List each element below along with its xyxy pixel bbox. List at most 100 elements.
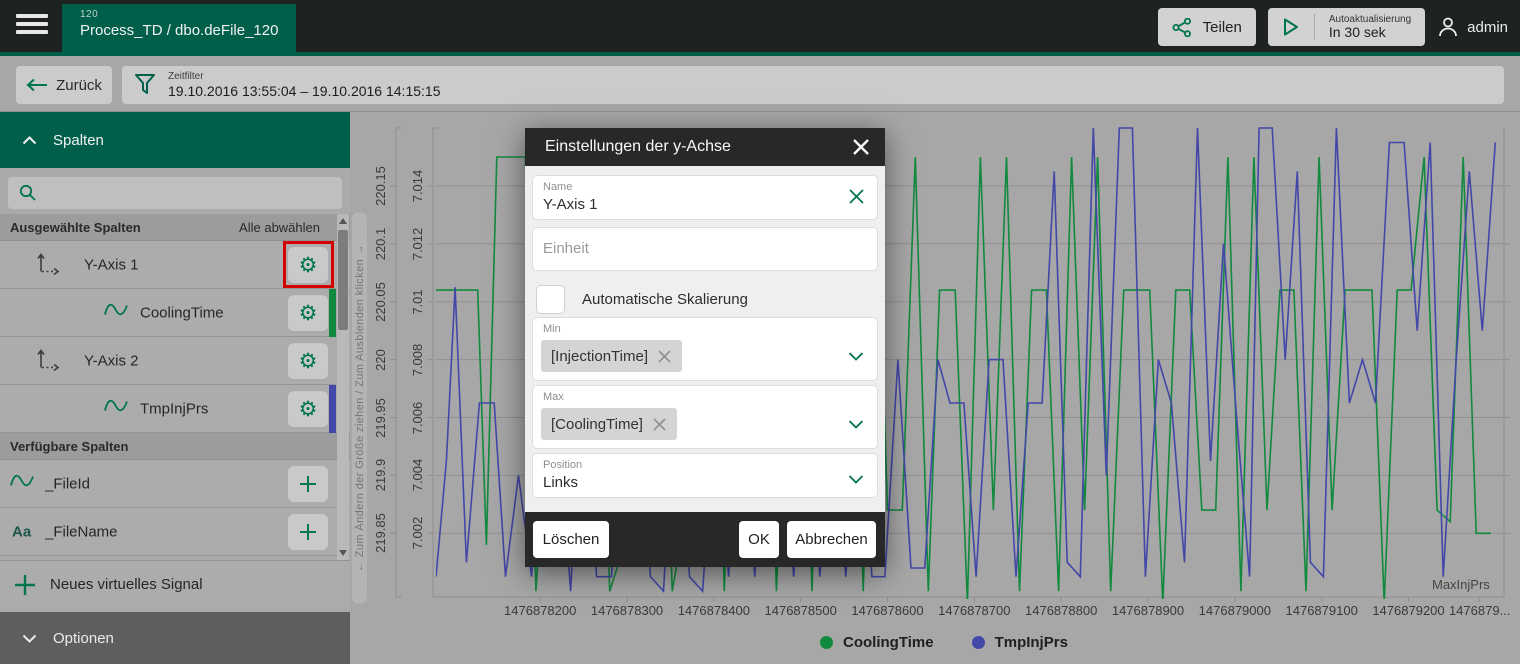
y-axis-1-settings-button[interactable]: ⚙	[288, 247, 328, 283]
unit-field[interactable]: Einheit	[533, 228, 877, 270]
coolingtime-settings-button[interactable]: ⚙	[288, 295, 328, 331]
dialog-footer: Löschen OK Abbrechen	[525, 512, 885, 567]
name-field-label: Name	[543, 181, 572, 193]
sidebar-scrollbar[interactable]	[337, 214, 349, 560]
item-label: Y-Axis 2	[84, 352, 138, 369]
arrow-left-icon	[26, 78, 48, 92]
chevron-down-icon	[22, 634, 37, 643]
position-select[interactable]: Position Links	[533, 454, 877, 497]
sidebar-item-tmpinjprs[interactable]: TmpInjPrs ⚙	[0, 385, 350, 433]
sidebar-item-filename[interactable]: Aa _FileName	[0, 508, 350, 556]
y-axis-1-tick-label: 219.9	[373, 445, 389, 505]
options-section-header[interactable]: Optionen	[0, 612, 350, 664]
autorefresh-text: Autoaktualisierung In 30 sek	[1329, 14, 1411, 40]
x-axis-tick-label: 1476878300	[572, 603, 682, 619]
sidebar-item-fileid[interactable]: _FileId	[0, 460, 350, 508]
available-columns-label: Verfügbare Spalten	[10, 439, 128, 454]
autoscale-checkbox[interactable]	[537, 286, 564, 313]
min-dropdown-chevron-icon[interactable]	[848, 348, 864, 366]
close-icon[interactable]	[851, 137, 871, 157]
dialog-body: Name Einheit Automatische Skalierung Min	[525, 166, 885, 512]
y-axis-2-tick-label: 7.004	[410, 445, 426, 505]
coolingtime-color-strip	[329, 289, 336, 337]
legend-label-tmpinjprs: TmpInjPrs	[995, 634, 1068, 651]
selected-columns-label: Ausgewählte Spalten	[10, 220, 141, 235]
y-axis-2-tick-label: 7.014	[410, 156, 426, 216]
position-dropdown-chevron-icon[interactable]	[848, 471, 864, 489]
new-virtual-signal-button[interactable]: Neues virtuelles Signal	[0, 560, 350, 608]
x-axis-tick-label: 1476878800	[1006, 603, 1116, 619]
legend-dot-tmpinjprs	[972, 636, 985, 649]
deselect-all-link[interactable]: Alle abwählen	[239, 220, 320, 235]
sidebar-item-coolingtime[interactable]: CoolingTime ⚙	[0, 289, 350, 337]
cancel-button[interactable]: Abbrechen	[787, 521, 876, 558]
share-button[interactable]: Teilen	[1158, 8, 1256, 46]
legend-item-coolingtime[interactable]: CoolingTime	[820, 634, 934, 651]
x-axis-tick-label: 1476878600	[833, 603, 943, 619]
add-fileid-button[interactable]	[288, 466, 328, 502]
name-input[interactable]	[543, 196, 793, 213]
remove-max-chip-icon[interactable]	[652, 417, 667, 432]
y-axis-2-settings-button[interactable]: ⚙	[288, 343, 328, 379]
y-axis-1-tick-label: 220.05	[373, 272, 389, 332]
delete-button[interactable]: Löschen	[533, 521, 609, 558]
scroll-down-arrow[interactable]	[337, 546, 349, 560]
tmpinjprs-settings-button[interactable]: ⚙	[288, 391, 328, 427]
user-menu[interactable]: admin	[1437, 16, 1508, 38]
x-axis-tick-label: 1476879200	[1353, 603, 1463, 619]
sidebar-header-spalten[interactable]: Spalten	[0, 112, 350, 168]
name-field[interactable]: Name	[533, 176, 877, 219]
active-dataset-tab[interactable]: 120 Process_TD / dbo.deFile_120	[62, 4, 296, 52]
item-label: TmpInjPrs	[140, 400, 208, 417]
x-axis-tick-label: 1476878400	[659, 603, 769, 619]
new-virtual-signal-label: Neues virtuelles Signal	[50, 576, 203, 593]
back-button[interactable]: Zurück	[16, 66, 112, 104]
gear-icon: ⚙	[299, 255, 318, 276]
top-bar: 120 Process_TD / dbo.deFile_120 Teilen	[0, 0, 1520, 52]
x-axis-tick-label: 1476879...	[1425, 603, 1520, 619]
scrollbar-thumb[interactable]	[338, 230, 348, 330]
add-filename-button[interactable]	[288, 514, 328, 550]
plus-icon	[14, 574, 36, 596]
item-label: _FileId	[45, 475, 90, 492]
play-icon	[1282, 17, 1300, 37]
remove-min-chip-icon[interactable]	[657, 349, 672, 364]
signal-wave-icon	[104, 396, 128, 421]
tab-number: 120	[80, 9, 296, 20]
y-axis-2-tick-label: 7.012	[410, 214, 426, 274]
plus-icon	[299, 475, 317, 493]
timefilter-button[interactable]: Zeitfilter 19.10.2016 13:55:04 – 19.10.2…	[122, 66, 1504, 104]
available-columns-header: Verfügbare Spalten	[0, 433, 350, 460]
chevron-up-icon	[22, 136, 37, 145]
scroll-up-arrow[interactable]	[337, 214, 349, 228]
x-axis-tick-label: 1476879100	[1267, 603, 1377, 619]
y-axis-2-tick-label: 7.008	[410, 330, 426, 390]
sidebar-item-y-axis-2[interactable]: Y-Axis 2 ⚙	[0, 337, 350, 385]
secondary-toolbar: Zurück Zeitfilter 19.10.2016 13:55:04 – …	[0, 56, 1520, 112]
y-axis-2-tick-label: 7.006	[410, 388, 426, 448]
gear-icon: ⚙	[299, 303, 318, 324]
search-input[interactable]	[38, 184, 342, 202]
min-value-chip[interactable]: [InjectionTime]	[541, 340, 682, 372]
hamburger-menu-icon[interactable]	[16, 14, 48, 38]
tmpinjprs-color-strip	[329, 385, 336, 433]
timefilter-text: Zeitfilter 19.10.2016 13:55:04 – 19.10.2…	[168, 71, 440, 99]
x-axis-tick-label: 1476878700	[919, 603, 1029, 619]
sidebar-item-y-axis-1[interactable]: Y-Axis 1 ⚙	[0, 241, 350, 289]
username: admin	[1467, 19, 1508, 36]
max-value-chip[interactable]: [CoolingTime]	[541, 408, 677, 440]
gear-icon: ⚙	[299, 351, 318, 372]
max-field[interactable]: Max [CoolingTime]	[533, 386, 877, 448]
ok-button[interactable]: OK	[739, 521, 779, 558]
text-type-icon: Aa	[12, 523, 31, 540]
y-axis-1-tick-label: 220.1	[373, 214, 389, 274]
clear-name-icon[interactable]	[848, 188, 865, 210]
sidebar-resize-handle[interactable]: ← Zum Ändern der Größe ziehen / Zum Ausb…	[352, 212, 367, 604]
min-field[interactable]: Min [InjectionTime]	[533, 318, 877, 380]
timefilter-label: Zeitfilter	[168, 71, 440, 82]
max-dropdown-chevron-icon[interactable]	[848, 416, 864, 434]
autorefresh-button[interactable]: Autoaktualisierung In 30 sek	[1268, 8, 1425, 46]
options-label: Optionen	[53, 630, 114, 647]
legend-item-tmpinjprs[interactable]: TmpInjPrs	[972, 634, 1068, 651]
max-field-label: Max	[543, 391, 564, 403]
